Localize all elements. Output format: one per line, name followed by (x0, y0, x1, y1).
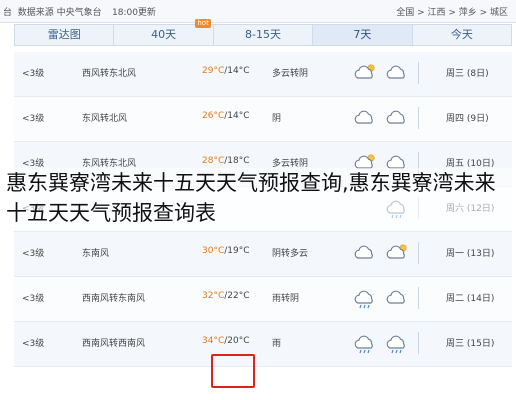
wind-direction: 东风转北风 (82, 114, 128, 124)
wind-direction: 西南风转东南风 (82, 294, 146, 304)
wind-level: <3级 (22, 249, 45, 259)
forecast-tabs: 雷达图 40天 hot 8-15天 7天 今天 (14, 19, 512, 46)
wind-direction: 西南风转西南风 (82, 339, 146, 349)
weather-desc: 阴转多云 (272, 249, 309, 259)
location-label: 台 数据来源 中央气象台 (3, 8, 102, 18)
wind-level: <3级 (22, 339, 45, 349)
temp-high: 34°C (202, 336, 225, 346)
weather-desc: 雨转阴 (272, 294, 300, 304)
temp-high: 32°C (202, 291, 225, 301)
data-source: 数据来源 中央气象台 (17, 8, 102, 18)
temperature: 34°C/20°C (202, 336, 250, 346)
cloud-rain-icon (352, 332, 378, 357)
wind-level: <3级 (22, 69, 45, 79)
tab-1[interactable]: 7天 (313, 25, 413, 45)
forecast-date: 周三 (8日) (446, 69, 489, 79)
forecast-date: 周四 (9日) (446, 114, 489, 124)
top-bar: 台 数据来源 中央气象台 18:00更新 全国 > 江西 > 萍乡 > 城区 (0, 0, 516, 23)
temp-low: /14°C (224, 66, 250, 76)
highlight-annotation (211, 354, 255, 388)
temp-low: /18°C (224, 156, 250, 166)
forecast-date: 周二 (14日) (446, 294, 495, 304)
forecast-row[interactable]: <3级 西南风转西南风 34°C/20°C 雨 周三 (15日) (14, 322, 512, 367)
weather-desc: 雨 (272, 339, 282, 349)
divider (418, 62, 419, 84)
hot-badge: hot (195, 19, 211, 28)
cloud-icon (384, 287, 410, 312)
cloud-icon (352, 107, 378, 132)
temp-low: /14°C (224, 111, 250, 121)
tab-2[interactable]: 8-15天 (213, 25, 314, 45)
cloud-icon (384, 62, 410, 87)
temp-high: 26°C (202, 111, 225, 121)
temp-high: 29°C (202, 66, 225, 76)
forecast-row[interactable]: <3级 东风转北风 26°C/14°C 阴 周四 (9日) (14, 97, 512, 142)
tab-label: 8-15天 (245, 28, 281, 41)
temperature: 32°C/22°C (202, 291, 250, 301)
forecast-row[interactable]: <3级 西风转东北风 29°C/14°C 多云转阴 周三 (8日) (14, 52, 512, 97)
temperature: 29°C/14°C (202, 66, 250, 76)
divider (418, 107, 419, 129)
update-time: 18:00更新 (112, 8, 156, 18)
temp-low: /20°C (224, 336, 250, 346)
temperature: 30°C/19°C (202, 246, 250, 256)
divider (418, 287, 419, 309)
cloud-rain-icon (352, 287, 378, 312)
breadcrumb[interactable]: 全国 > 江西 > 萍乡 > 城区 (396, 5, 508, 18)
wind-level: <3级 (22, 294, 45, 304)
forecast-row[interactable]: <3级 西南风转东南风 32°C/22°C 雨转阴 周二 (14日) (14, 277, 512, 322)
cloud-icon (384, 107, 410, 132)
tab-label: 今天 (450, 28, 473, 41)
wind-direction: 东南风 (82, 249, 110, 259)
wind-level: <3级 (22, 114, 45, 124)
forecast-date: 周三 (15日) (446, 339, 495, 349)
cloud-icon (352, 242, 378, 267)
cloud-sun-icon (352, 62, 378, 87)
cloud-rain-icon (384, 332, 410, 357)
tab-0[interactable]: 今天 (412, 25, 512, 45)
weather-desc: 阴 (272, 114, 282, 124)
forecast-date: 周一 (13日) (446, 249, 495, 259)
wind-direction: 西风转东北风 (82, 69, 137, 79)
tab-3[interactable]: 40天 hot (114, 19, 214, 45)
tab-label: 雷达图 (47, 28, 81, 41)
forecast-row[interactable]: <3级 东南风 30°C/19°C 阴转多云 周一 (13日) (14, 232, 512, 277)
tab-label: 7天 (353, 28, 372, 41)
temp-high: 28°C (202, 156, 225, 166)
tab-label: 40天 (151, 28, 177, 41)
cloud-sun-icon (384, 242, 410, 267)
tab-4[interactable]: 雷达图 (15, 25, 115, 45)
divider (418, 242, 419, 264)
temperature: 26°C/14°C (202, 111, 250, 121)
temperature: 28°C/18°C (202, 156, 250, 166)
weather-desc: 多云转阴 (272, 69, 309, 79)
overlay-caption: 惠东巽寮湾未来十五天天气预报查询,惠东巽寮湾未来十五天天气预报查询表 (6, 168, 512, 228)
temp-high: 30°C (202, 246, 225, 256)
temp-low: /19°C (224, 246, 250, 256)
divider (418, 332, 419, 354)
temp-low: /22°C (224, 291, 250, 301)
